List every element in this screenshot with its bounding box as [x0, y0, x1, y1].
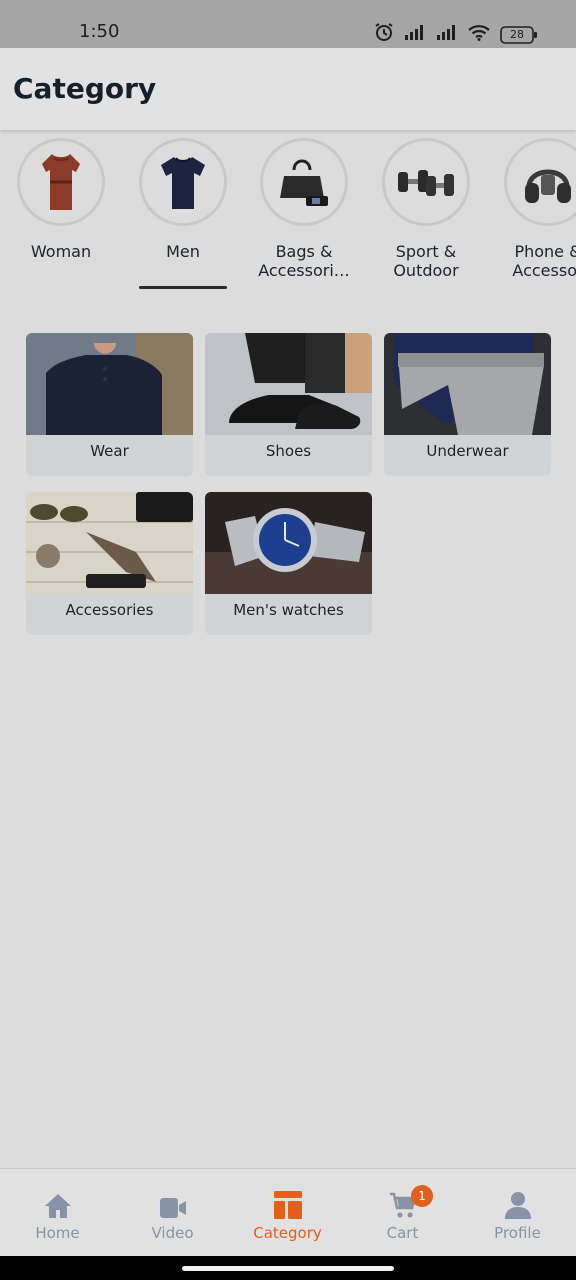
signal-icon — [404, 24, 426, 45]
subcategory-mens-watches[interactable]: Men's watches — [205, 492, 372, 635]
status-icons: 28 — [374, 22, 538, 47]
active-tab-indicator — [139, 286, 227, 289]
bottom-nav: Home Video Category 1 Cart Profile — [0, 1168, 576, 1256]
subcategory-underwear[interactable]: Underwear — [384, 333, 551, 476]
category-tabs[interactable]: Woman Men Bags & Accessori… Sport & Outd… — [0, 138, 576, 298]
tab-phone-accessories[interactable]: Phone & Accessor — [487, 138, 576, 280]
signal-icon — [436, 24, 458, 45]
video-icon — [115, 1185, 230, 1219]
nav-label: Home — [35, 1224, 80, 1242]
subcategory-label: Wear — [90, 442, 129, 460]
nav-profile[interactable]: Profile — [460, 1185, 575, 1242]
nav-label: Video — [151, 1224, 194, 1242]
category-icon — [230, 1185, 345, 1219]
tab-label: Phone & Accessor — [512, 242, 576, 280]
subcategory-accessories[interactable]: Accessories — [26, 492, 193, 635]
watch-image — [205, 492, 372, 594]
tab-label: Sport & Outdoor — [393, 242, 459, 280]
nav-home[interactable]: Home — [0, 1185, 115, 1242]
nav-category[interactable]: Category — [230, 1185, 345, 1242]
accessories-image — [26, 492, 193, 594]
subcategory-shoes[interactable]: Shoes — [205, 333, 372, 476]
handbag-image — [260, 138, 348, 226]
home-icon — [0, 1185, 115, 1219]
tab-bags-accessories[interactable]: Bags & Accessori… — [243, 138, 365, 280]
wear-image — [26, 333, 193, 435]
gesture-bar — [0, 1256, 576, 1280]
battery-level: 28 — [510, 27, 524, 41]
tab-label: Bags & Accessori… — [258, 242, 350, 280]
tab-label: Men — [166, 242, 200, 261]
cart-icon — [345, 1185, 460, 1219]
dumbbell-image — [382, 138, 470, 226]
home-indicator[interactable] — [182, 1266, 394, 1271]
nav-label: Category — [253, 1224, 322, 1242]
nav-label: Profile — [494, 1224, 541, 1242]
alarm-icon — [374, 22, 394, 47]
subcategory-label: Shoes — [265, 442, 312, 460]
tab-men[interactable]: Men — [122, 138, 244, 261]
page-title: Category — [13, 72, 157, 105]
wifi-icon — [468, 24, 490, 46]
woman-image — [17, 138, 105, 226]
men-image — [139, 138, 227, 226]
nav-video[interactable]: Video — [115, 1185, 230, 1242]
status-time: 1:50 — [79, 21, 120, 42]
profile-icon — [460, 1185, 575, 1219]
tab-woman[interactable]: Woman — [0, 138, 122, 261]
headphones-image — [504, 138, 576, 226]
status-bar: 1:50 28 — [0, 0, 576, 48]
cart-badge: 1 — [411, 1185, 433, 1207]
subcategory-label: Accessories — [65, 601, 154, 619]
subcategory-label: Underwear — [426, 442, 509, 460]
tab-sport-outdoor[interactable]: Sport & Outdoor — [365, 138, 487, 280]
app-header: Category — [0, 48, 576, 130]
nav-label: Cart — [386, 1224, 419, 1242]
shoes-image — [205, 333, 372, 435]
tab-label: Woman — [30, 242, 92, 261]
subcategory-wear[interactable]: Wear — [26, 333, 193, 476]
nav-cart[interactable]: 1 Cart — [345, 1185, 460, 1242]
subcategory-label: Men's watches — [233, 601, 344, 619]
battery-icon: 28 — [500, 25, 538, 44]
underwear-image — [384, 333, 551, 435]
